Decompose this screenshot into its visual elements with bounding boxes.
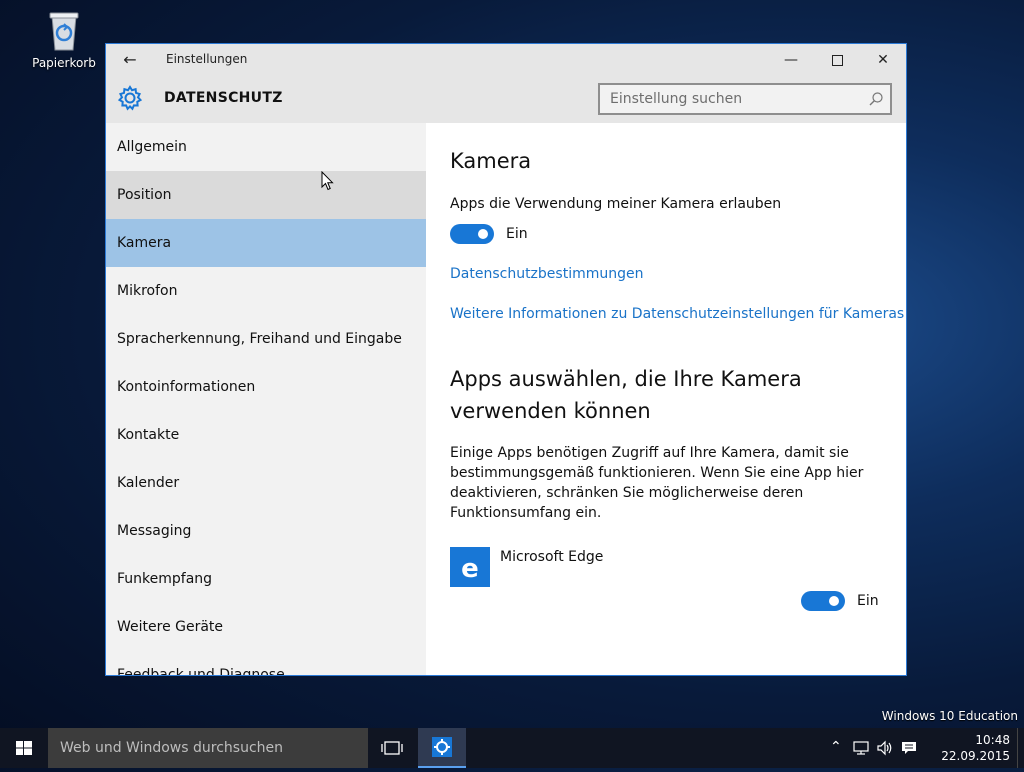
- clock-date: 22.09.2015: [941, 749, 1010, 763]
- section-heading-apps: Apps auswählen, die Ihre Kamera verwende…: [450, 367, 802, 423]
- camera-settings-panel: Kamera Apps die Verwendung meiner Kamera…: [426, 123, 906, 675]
- clock-time: 10:48: [975, 733, 1010, 747]
- sidebar-item-allgemein[interactable]: Allgemein: [106, 123, 426, 171]
- settings-window: ← Einstellungen — ✕ DATENSCHUTZ Allgemei…: [105, 43, 907, 676]
- allow-camera-label: Apps die Verwendung meiner Kamera erlaub…: [450, 196, 782, 212]
- privacy-sidebar: Allgemein Position Kamera Mikrofon Sprac…: [106, 123, 426, 675]
- mouse-cursor-icon: [321, 171, 334, 191]
- page-title: DATENSCHUTZ: [164, 90, 283, 106]
- apps-description: Einige Apps benötigen Zugriff auf Ihre K…: [450, 445, 864, 521]
- recycle-bin-desktop-icon[interactable]: Papierkorb: [30, 8, 98, 70]
- page-header: DATENSCHUTZ: [106, 76, 906, 123]
- maximize-button[interactable]: [814, 44, 860, 76]
- minimize-button[interactable]: —: [768, 44, 814, 76]
- chevron-up-icon[interactable]: ⌃: [830, 739, 842, 755]
- windows-edition-watermark: Windows 10 Education: [881, 709, 1018, 723]
- title-bar[interactable]: ← Einstellungen — ✕: [106, 44, 906, 76]
- show-desktop-button[interactable]: [1017, 728, 1024, 768]
- gear-icon: [117, 85, 143, 111]
- action-center-icon[interactable]: [900, 740, 918, 756]
- start-button[interactable]: [0, 728, 48, 768]
- taskbar-settings-app[interactable]: [418, 728, 466, 768]
- sidebar-item-weitere-geraete[interactable]: Weitere Geräte: [106, 603, 426, 651]
- sidebar-item-kamera[interactable]: Kamera: [106, 219, 426, 267]
- allow-camera-toggle[interactable]: [450, 224, 494, 244]
- system-tray: ⌃: [820, 728, 950, 768]
- taskbar-clock[interactable]: 10:48 22.09.2015: [941, 732, 1010, 764]
- maximize-icon: [831, 54, 843, 66]
- back-arrow-icon: ←: [123, 50, 137, 69]
- sidebar-item-mikrofon[interactable]: Mikrofon: [106, 267, 426, 315]
- volume-icon[interactable]: [876, 740, 894, 756]
- taskbar-search-box[interactable]: [48, 728, 372, 768]
- app-name-edge: Microsoft Edge: [500, 549, 604, 565]
- section-heading-kamera: Kamera: [450, 149, 532, 173]
- window-title: Einstellungen: [166, 52, 248, 66]
- edge-icon: e: [450, 547, 490, 587]
- minimize-icon: —: [784, 52, 798, 68]
- settings-search-input[interactable]: [600, 85, 870, 113]
- sidebar-item-feedback[interactable]: Feedback und Diagnose: [106, 651, 426, 675]
- sidebar-item-kalender[interactable]: Kalender: [106, 459, 426, 507]
- taskbar: ⌃ 10:48 22.09.2015: [0, 728, 1024, 768]
- more-info-camera-link[interactable]: Weitere Informationen zu Datenschutzeins…: [450, 306, 904, 322]
- sidebar-item-kontakte[interactable]: Kontakte: [106, 411, 426, 459]
- windows-logo-icon: [16, 741, 32, 755]
- edge-toggle-state: Ein: [857, 593, 879, 609]
- close-button[interactable]: ✕: [860, 44, 906, 76]
- search-icon[interactable]: [868, 91, 884, 107]
- sidebar-item-funkempfang[interactable]: Funkempfang: [106, 555, 426, 603]
- edge-camera-toggle[interactable]: [801, 591, 845, 611]
- close-icon: ✕: [877, 52, 889, 68]
- recycle-bin-icon: [49, 12, 79, 51]
- task-view-button[interactable]: [368, 728, 416, 768]
- sidebar-item-spracherkennung[interactable]: Spracherkennung, Freihand und Eingabe: [106, 315, 426, 363]
- back-button[interactable]: ←: [118, 50, 142, 70]
- sidebar-item-messaging[interactable]: Messaging: [106, 507, 426, 555]
- svg-text:e: e: [461, 554, 479, 584]
- settings-search-box[interactable]: [598, 83, 892, 115]
- recycle-bin-label: Papierkorb: [32, 56, 96, 70]
- sidebar-item-kontoinformationen[interactable]: Kontoinformationen: [106, 363, 426, 411]
- allow-camera-toggle-state: Ein: [506, 226, 528, 242]
- settings-gear-icon: [432, 737, 452, 757]
- taskbar-search-input[interactable]: [48, 728, 372, 768]
- sidebar-item-position[interactable]: Position: [106, 171, 426, 219]
- network-icon[interactable]: [852, 740, 870, 756]
- privacy-statement-link[interactable]: Datenschutzbestimmungen: [450, 266, 643, 282]
- toggle-knob: [478, 229, 488, 239]
- toggle-knob: [829, 596, 839, 606]
- task-view-icon: [381, 741, 403, 755]
